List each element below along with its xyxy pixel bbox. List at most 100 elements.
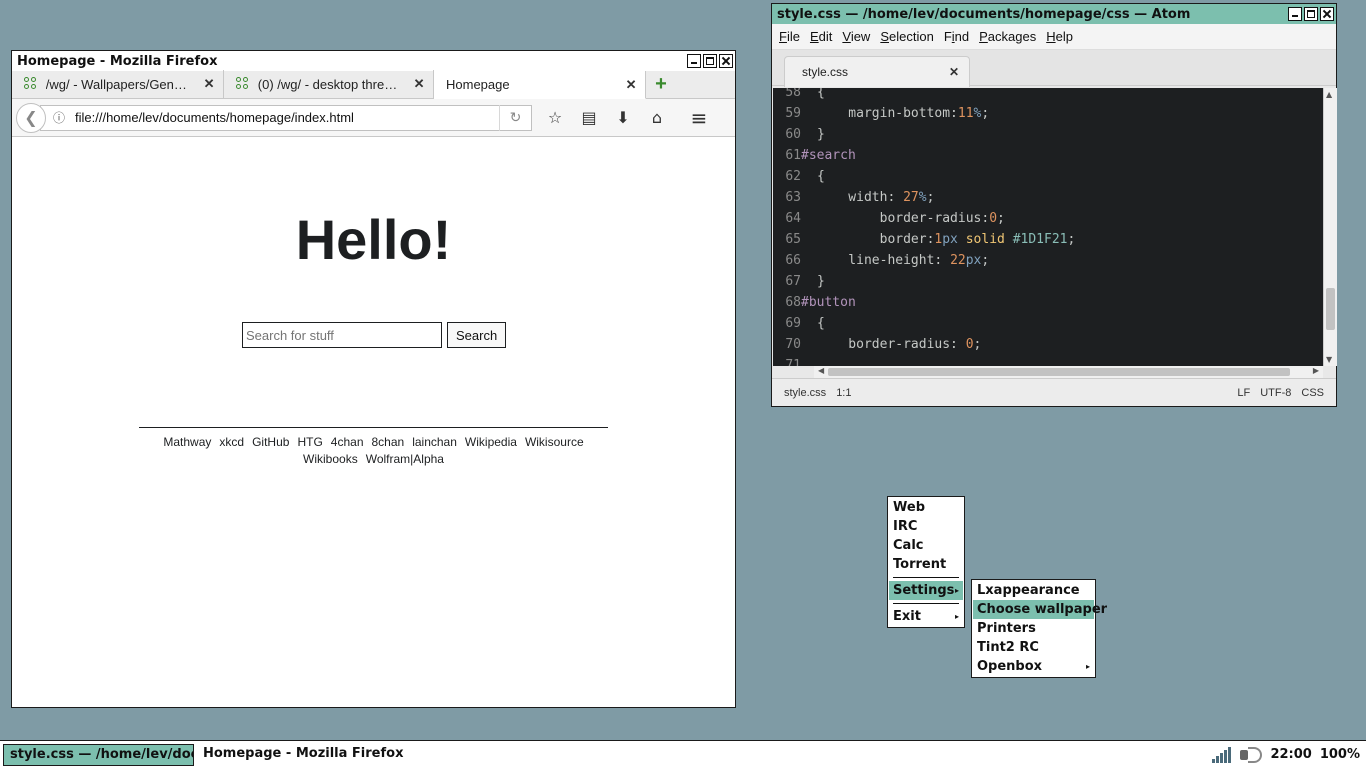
atom-window: style.css — /home/lev/documents/homepage… xyxy=(771,3,1337,407)
download-icon[interactable]: ⬇ xyxy=(606,103,640,133)
link-wolframalpha[interactable]: Wolfram|Alpha xyxy=(366,451,444,468)
menu-item-choose-wallpaper[interactable]: Choose wallpaper xyxy=(973,600,1107,619)
horizontal-scrollbar[interactable]: ◀ ▶ xyxy=(814,366,1323,378)
close-tab-icon[interactable]: ✕ xyxy=(949,65,959,79)
status-eol[interactable]: LF xyxy=(1237,387,1250,399)
code-line: 59 margin-bottom:11%; xyxy=(785,106,990,121)
menu-item-label: Openbox xyxy=(977,659,1043,674)
close-button[interactable] xyxy=(1320,7,1334,21)
network-signal-icon[interactable] xyxy=(1212,746,1232,763)
link-4chan[interactable]: 4chan xyxy=(331,434,364,451)
url-bar[interactable]: ⓘ file:///home/lev/documents/homepage/in… xyxy=(40,104,532,131)
task-firefox[interactable]: Homepage - Mozilla Firefox xyxy=(197,744,409,766)
atom-titlebar[interactable]: style.css — /home/lev/documents/homepage… xyxy=(772,4,1336,24)
editor-tab-bar: style.css ✕ xyxy=(772,50,1336,87)
reader-view-icon[interactable]: ▤ xyxy=(572,103,606,133)
scroll-thumb[interactable] xyxy=(1326,288,1335,330)
tab-close-icon[interactable]: ✕ xyxy=(625,77,637,93)
menu-item-calc[interactable]: Calc xyxy=(889,536,963,555)
tab-label: (0) /wg/ - desktop threa… xyxy=(257,76,404,92)
link-wikibooks[interactable]: Wikibooks xyxy=(303,451,358,468)
window-title: style.css — /home/lev/documents/homepage… xyxy=(777,6,1191,22)
back-arrow-icon[interactable]: ❮ xyxy=(16,102,46,133)
menu-item-openbox[interactable]: Openbox ▸ xyxy=(973,657,1094,676)
menu-item-torrent[interactable]: Torrent xyxy=(889,555,963,574)
code-line: 65 border:1px solid #1D1F21; xyxy=(785,232,1076,247)
menu-item-tint2-rc[interactable]: Tint2 RC xyxy=(973,638,1094,657)
code-line: 58{ xyxy=(785,88,825,100)
browser-tab[interactable]: /wg/ - Wallpapers/Gene… ✕ xyxy=(12,70,224,98)
code-editor[interactable]: 58{ 59 margin-bottom:11%; 60} 61#search … xyxy=(773,88,1323,366)
link-wikisource[interactable]: Wikisource xyxy=(525,434,584,451)
menu-item-irc[interactable]: IRC xyxy=(889,517,963,536)
new-tab-button[interactable]: + xyxy=(646,70,676,98)
status-grammar[interactable]: CSS xyxy=(1301,387,1324,399)
menu-view[interactable]: View xyxy=(837,29,875,44)
url-text[interactable]: file:///home/lev/documents/homepage/inde… xyxy=(69,110,499,125)
code-line: 60} xyxy=(785,127,825,142)
search-input[interactable] xyxy=(242,322,442,348)
menu-edit[interactable]: Edit xyxy=(805,29,837,44)
status-filename[interactable]: style.css xyxy=(784,387,826,399)
link-wikipedia[interactable]: Wikipedia xyxy=(465,434,517,451)
settings-submenu: Lxappearance Choose wallpaper Printers T… xyxy=(971,579,1107,678)
system-tray: 22:00 100% xyxy=(1212,746,1366,763)
tab-close-icon[interactable]: ✕ xyxy=(413,76,425,92)
home-icon[interactable]: ⌂ xyxy=(640,103,674,133)
browser-tab-active[interactable]: Homepage ✕ xyxy=(434,71,646,99)
bookmark-star-icon[interactable]: ☆ xyxy=(538,103,572,133)
menu-separator xyxy=(889,574,963,581)
menu-find[interactable]: Find xyxy=(939,29,974,44)
maximize-button[interactable] xyxy=(1304,7,1318,21)
close-button[interactable] xyxy=(719,54,733,68)
code-line: 71 xyxy=(785,358,801,366)
link-mathway[interactable]: Mathway xyxy=(163,434,211,451)
menu-item-settings[interactable]: Settings ▸ xyxy=(889,581,963,600)
menu-file[interactable]: File xyxy=(774,29,805,44)
vertical-scrollbar[interactable]: ▲ ▼ xyxy=(1323,88,1337,366)
search-button[interactable]: Search xyxy=(447,322,507,348)
link-htg[interactable]: HTG xyxy=(297,434,322,451)
scroll-left-icon[interactable]: ◀ xyxy=(818,366,824,375)
nav-toolbar: ❮ ⓘ file:///home/lev/documents/homepage/… xyxy=(12,99,735,137)
clock[interactable]: 22:00 xyxy=(1270,747,1311,762)
menu-item-exit[interactable]: Exit ▸ xyxy=(889,607,963,626)
tab-close-icon[interactable]: ✕ xyxy=(203,76,215,92)
browser-tab[interactable]: (0) /wg/ - desktop threa… ✕ xyxy=(224,70,434,98)
menu-selection[interactable]: Selection xyxy=(875,29,938,44)
submenu-arrow-icon: ▸ xyxy=(1085,662,1090,671)
task-atom[interactable]: style.css — /home/lev/doc… xyxy=(3,743,194,766)
page-content: Hello! Search Mathway xkcd GitHub HTG 4chan 8… xyxy=(12,143,735,707)
code-line: 69{ xyxy=(785,316,825,331)
scroll-thumb[interactable] xyxy=(828,368,1290,376)
status-encoding[interactable]: UTF-8 xyxy=(1260,387,1291,399)
page-heading: Hello! xyxy=(295,208,452,271)
tab-label: Homepage xyxy=(446,77,510,92)
minimize-button[interactable] xyxy=(687,54,701,68)
hamburger-menu-icon[interactable]: ≡ xyxy=(682,103,716,133)
maximize-button[interactable] xyxy=(703,54,717,68)
info-icon[interactable]: ⓘ xyxy=(49,109,69,126)
menu-item-printers[interactable]: Printers xyxy=(973,619,1094,638)
root-menu: Web IRC Calc Torrent Settings ▸ Exit ▸ xyxy=(887,496,965,628)
minimize-button[interactable] xyxy=(1288,7,1302,21)
menu-help[interactable]: Help xyxy=(1041,29,1078,44)
menu-item-lxappearance[interactable]: Lxappearance xyxy=(973,581,1094,600)
taskbar: style.css — /home/lev/doc… Homepage - Mo… xyxy=(0,740,1366,768)
status-cursor[interactable]: 1:1 xyxy=(836,387,851,399)
volume-icon[interactable] xyxy=(1240,746,1263,763)
battery-level[interactable]: 100% xyxy=(1320,747,1360,762)
editor-tab[interactable]: style.css ✕ xyxy=(784,56,970,87)
link-github[interactable]: GitHub xyxy=(252,434,289,451)
menu-packages[interactable]: Packages xyxy=(974,29,1041,44)
scroll-up-icon[interactable]: ▲ xyxy=(1326,90,1332,99)
link-8chan[interactable]: 8chan xyxy=(372,434,405,451)
reload-icon[interactable]: ↻ xyxy=(499,104,531,131)
menu-item-label: Settings xyxy=(893,583,955,598)
firefox-titlebar[interactable]: Homepage - Mozilla Firefox xyxy=(12,51,735,71)
scroll-right-icon[interactable]: ▶ xyxy=(1313,366,1319,375)
link-lainchan[interactable]: lainchan xyxy=(412,434,457,451)
link-xkcd[interactable]: xkcd xyxy=(219,434,244,451)
scroll-down-icon[interactable]: ▼ xyxy=(1326,355,1332,364)
menu-item-web[interactable]: Web xyxy=(889,498,963,517)
